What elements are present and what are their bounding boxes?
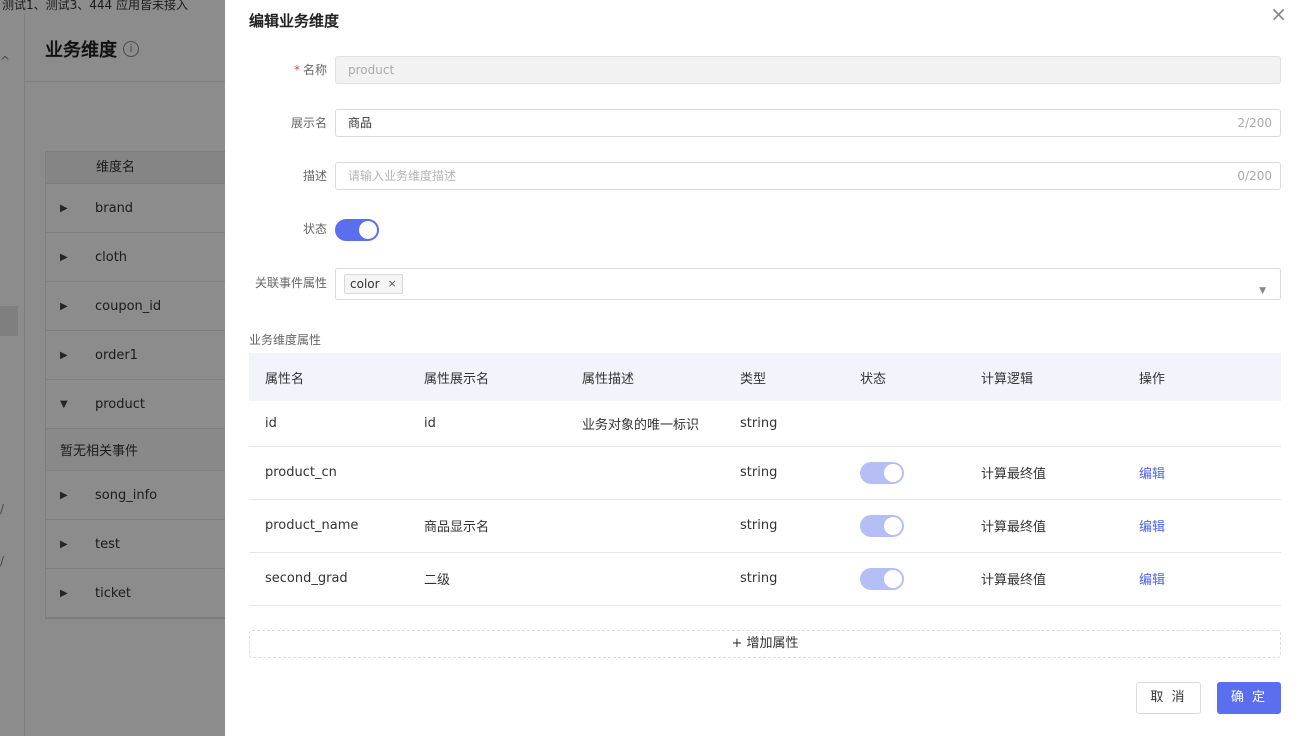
attr-status-cell (844, 401, 965, 447)
attr-logic-cell: 计算最终值 (965, 499, 1123, 553)
attr-logic-cell: 计算最终值 (965, 446, 1123, 500)
attr-action-cell: 编辑 (1123, 552, 1281, 606)
attr-tag: color × (344, 274, 403, 294)
attr-action-cell: 编辑 (1123, 446, 1281, 500)
attr-status-toggle[interactable] (860, 567, 904, 590)
column-header: 操作 (1123, 353, 1281, 401)
column-header: 计算逻辑 (965, 353, 1123, 401)
toggle-knob (359, 221, 377, 239)
attr-logic-cell: 计算最终值 (965, 552, 1123, 606)
attr-type-cell: string (724, 401, 844, 447)
attributes-table-header: 属性名 属性展示名 属性描述 类型 状态 计算逻辑 操作 (249, 353, 1281, 401)
dropdown-arrow-icon[interactable]: ▼ (1259, 278, 1266, 304)
edit-attribute-link[interactable]: 编辑 (1139, 520, 1165, 535)
attr-tag-label: color (350, 277, 380, 291)
event-attr-label: 关联事件属性 (254, 276, 327, 290)
status-label: 状态 (302, 222, 327, 236)
display-name-label: 展示名 (290, 116, 327, 130)
table-row: product_cn string 计算最终值 编辑 (249, 446, 1281, 500)
char-counter: 0/200 (1237, 169, 1272, 183)
display-name-input[interactable]: 商品 2/200 (335, 109, 1281, 137)
confirm-button[interactable]: 确 定 (1217, 682, 1281, 714)
close-icon[interactable]: × (1270, 2, 1287, 26)
column-header: 类型 (724, 353, 844, 401)
name-input: product (335, 56, 1281, 84)
edit-attribute-link[interactable]: 编辑 (1139, 467, 1165, 482)
description-input[interactable]: 请输入业务维度描述 0/200 (335, 162, 1281, 190)
attr-name-cell: product_cn (249, 446, 408, 500)
column-header: 属性展示名 (408, 353, 566, 401)
status-row: 状态 (225, 215, 1301, 243)
attr-status-cell (844, 499, 965, 553)
attributes-table-body: id id 业务对象的唯一标识 string product_cn string 计算最终值… (249, 401, 1281, 606)
column-header: 属性描述 (566, 353, 724, 401)
table-row: second_grad 二级 string 计算最终值 编辑 (249, 552, 1281, 606)
attr-display-cell: 商品显示名 (408, 499, 566, 553)
toggle-knob (884, 516, 902, 535)
attr-desc-cell (566, 446, 724, 500)
add-attribute-button[interactable]: + 增加属性 (249, 630, 1281, 658)
column-header: 状态 (844, 353, 965, 401)
attr-name-cell: second_grad (249, 552, 408, 606)
event-attr-select[interactable]: color × ▼ (335, 268, 1281, 300)
name-label-text: 名称 (302, 63, 327, 77)
attr-type-cell: string (724, 552, 844, 606)
attr-display-cell: 二级 (408, 552, 566, 606)
event-attr-row: 关联事件属性 color × ▼ (225, 268, 1301, 300)
char-counter: 2/200 (1237, 116, 1272, 130)
attr-desc-cell: 业务对象的唯一标识 (566, 401, 724, 447)
attr-type-cell: string (724, 499, 844, 553)
attr-display-cell (408, 446, 566, 500)
edit-attribute-link[interactable]: 编辑 (1139, 573, 1165, 588)
attributes-section-title: 业务维度属性 (249, 333, 322, 347)
display-name-value: 商品 (348, 116, 373, 130)
status-toggle[interactable] (335, 219, 379, 241)
drawer-title: 编辑业务维度 (249, 12, 340, 30)
edit-dimension-drawer: 编辑业务维度 × * 名称 product 展示名 商品 2/200 描述 请输入… (225, 0, 1301, 736)
attr-name-cell: product_name (249, 499, 408, 553)
attr-name-cell: id (249, 401, 408, 447)
attr-desc-cell (566, 552, 724, 606)
attr-status-toggle[interactable] (860, 461, 904, 484)
column-header: 属性名 (249, 353, 408, 401)
description-placeholder: 请输入业务维度描述 (348, 169, 457, 183)
attr-type-cell: string (724, 446, 844, 500)
tag-remove-icon[interactable]: × (388, 271, 397, 297)
toggle-knob (884, 569, 902, 588)
cancel-button[interactable]: 取 消 (1136, 682, 1201, 714)
table-row: id id 业务对象的唯一标识 string (249, 401, 1281, 447)
attr-desc-cell (566, 499, 724, 553)
description-label: 描述 (302, 169, 327, 183)
toggle-knob (884, 463, 902, 482)
attr-status-cell (844, 446, 965, 500)
attr-action-cell (1123, 401, 1281, 447)
name-label: * 名称 (294, 56, 327, 84)
attr-action-cell: 编辑 (1123, 499, 1281, 553)
required-mark: * (293, 63, 300, 77)
description-row: 描述 请输入业务维度描述 0/200 (225, 162, 1301, 190)
table-row: product_name 商品显示名 string 计算最终值 编辑 (249, 499, 1281, 553)
name-row: * 名称 product (225, 56, 1301, 84)
attr-status-toggle[interactable] (860, 514, 904, 537)
attributes-table: 属性名 属性展示名 属性描述 类型 状态 计算逻辑 操作 id id 业务对象的唯一标识 stri… (249, 353, 1281, 606)
display-name-row: 展示名 商品 2/200 (225, 109, 1301, 137)
attr-status-cell (844, 552, 965, 606)
attr-logic-cell (965, 401, 1123, 447)
attr-display-cell: id (408, 401, 566, 447)
